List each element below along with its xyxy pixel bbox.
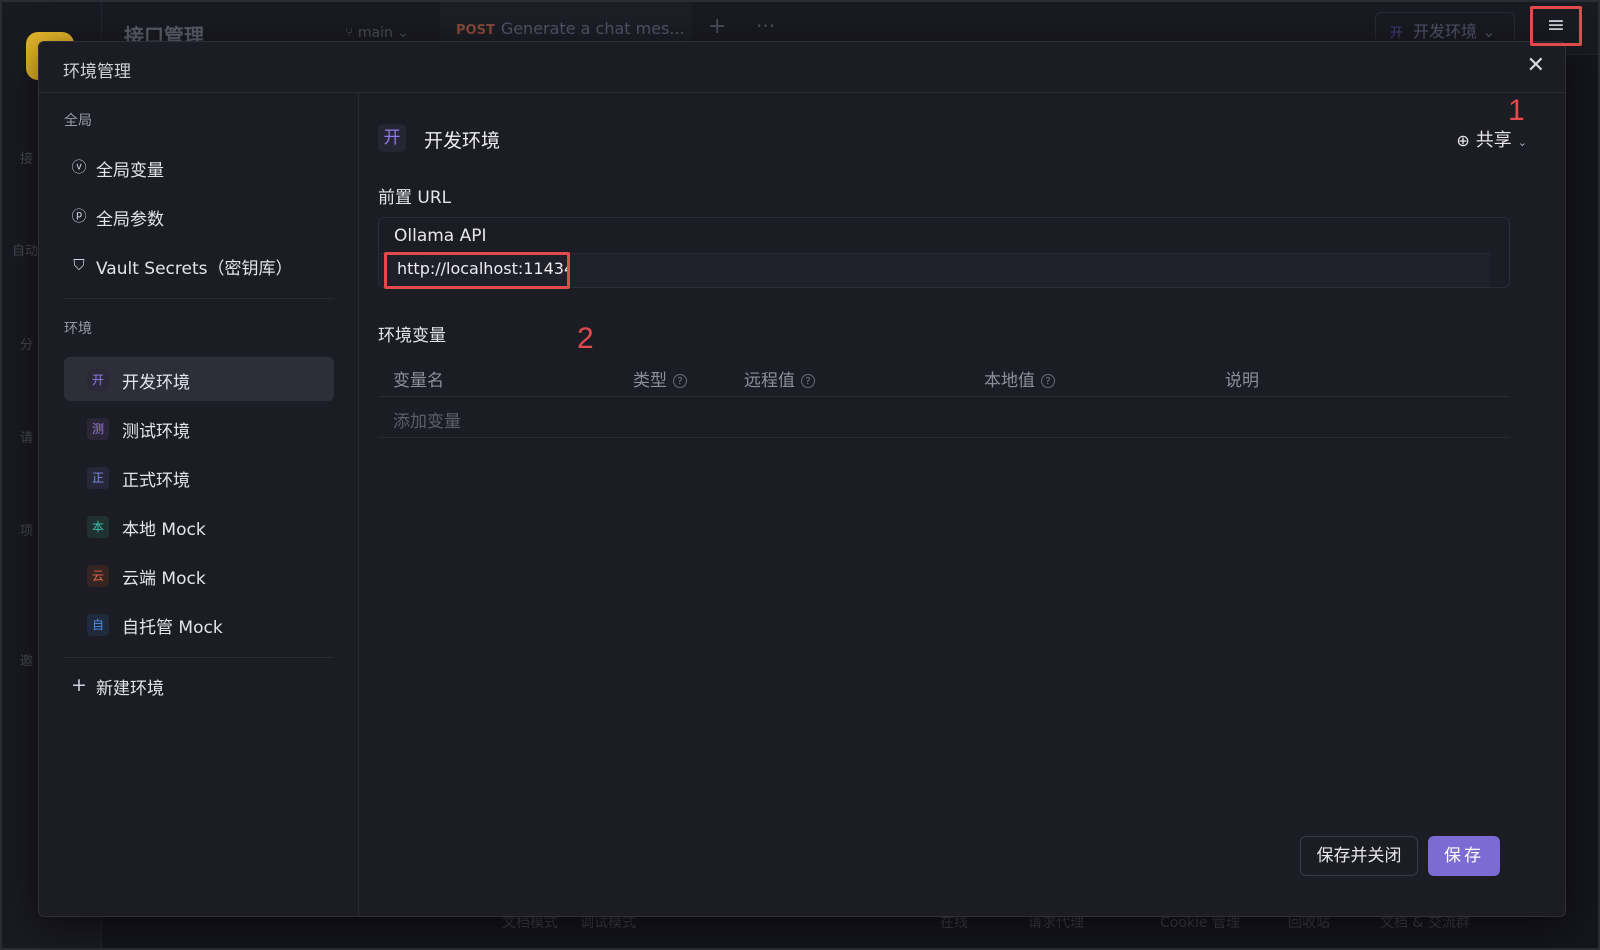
app-sidebar-item[interactable]: 请	[20, 427, 33, 446]
env-badge: 开	[1390, 26, 1404, 41]
help-icon[interactable]: ?	[801, 374, 815, 388]
dialog-title: 环境管理	[63, 62, 131, 82]
tab-label: Generate a chat mes...	[500, 19, 685, 38]
env-badge: 测	[87, 418, 109, 440]
env-badge: 开	[87, 369, 109, 391]
url-row: http://localhost:11434	[380, 252, 1490, 289]
environment-manager-dialog: 环境管理 ✕ 全局 ⓥ 全局变量 ⓟ 全局参数 ⛉ Vault Secrets（…	[38, 41, 1566, 917]
global-section-label: 全局	[64, 113, 92, 129]
chevron-down-icon: ⌄	[392, 25, 410, 41]
chevron-down-icon: ⌄	[1517, 136, 1527, 149]
new-tab-button[interactable]: +	[708, 14, 726, 39]
env-item-label: 自托管 Mock	[122, 618, 223, 638]
env-item-label: 本地 Mock	[122, 520, 206, 540]
sidebar-item-global-variables[interactable]: ⓥ 全局变量	[64, 145, 334, 189]
shield-icon: ⛉	[73, 256, 85, 274]
add-variable-input[interactable]: 添加变量	[393, 407, 461, 432]
more-tabs-button[interactable]: ···	[756, 14, 775, 38]
environment-detail-panel: 开 开发环境 ⊕ 共享 ⌄ 前置 URL Ollama API http://loc…	[360, 93, 1565, 916]
new-environment-label: 新建环境	[96, 679, 164, 699]
env-item-label: 测试环境	[122, 422, 190, 442]
app-sidebar-item[interactable]: 项	[20, 520, 33, 539]
plus-icon: +	[71, 674, 87, 696]
env-item-label: 正式环境	[122, 471, 190, 491]
close-icon[interactable]: ✕	[1527, 53, 1545, 78]
sidebar-item-label: 全局变量	[96, 161, 164, 181]
app-sidebar-item[interactable]: 接	[20, 148, 33, 167]
sidebar-item-global-parameters[interactable]: ⓟ 全局参数	[64, 194, 334, 238]
help-icon[interactable]: ?	[1041, 374, 1055, 388]
save-button[interactable]: 保存	[1428, 836, 1500, 876]
branch-selector[interactable]: ⑂ main ⌄	[345, 25, 409, 41]
column-header-type: 类型?	[633, 366, 687, 391]
parameter-icon: ⓟ	[71, 207, 87, 225]
column-header-description: 说明	[1225, 371, 1259, 391]
chevron-down-icon: ⌄	[1477, 22, 1496, 41]
env-badge: 正	[87, 467, 109, 489]
app-sidebar-item[interactable]: 分	[20, 334, 33, 353]
variable-icon: ⓥ	[71, 158, 87, 176]
env-item-cloud-mock[interactable]: 云 云端 Mock	[64, 553, 334, 597]
column-header-remote-value: 远程值?	[744, 366, 815, 391]
divider	[64, 298, 334, 299]
branch-icon: ⑂	[345, 25, 358, 41]
env-item-local-mock[interactable]: 本 本地 Mock	[64, 504, 334, 548]
save-and-close-button[interactable]: 保存并关闭	[1300, 836, 1418, 876]
sidebar-item-vault-secrets[interactable]: ⛉ Vault Secrets（密钥库）	[64, 243, 334, 287]
column-header-local-value: 本地值?	[984, 366, 1055, 391]
globe-icon: ⊕	[1456, 131, 1470, 150]
env-badge: 云	[87, 565, 109, 587]
app-sidebar-item[interactable]: 自动	[12, 240, 38, 259]
env-badge: 自	[87, 614, 109, 636]
main-menu-button[interactable]: ≡	[1530, 6, 1582, 46]
env-badge: 本	[87, 516, 109, 538]
environment-selector[interactable]: 开开发环境 ⌄	[1375, 12, 1515, 44]
sidebar-item-label: Vault Secrets（密钥库）	[96, 259, 293, 279]
column-header-name: 变量名	[393, 371, 444, 391]
share-dropdown[interactable]: ⊕ 共享 ⌄	[1456, 126, 1527, 152]
http-method-label: POST	[456, 23, 495, 38]
dialog-header: 环境管理 ✕	[39, 42, 1565, 93]
env-item-testing[interactable]: 测 测试环境	[64, 406, 334, 450]
help-icon[interactable]: ?	[673, 374, 687, 388]
branch-name: main	[357, 25, 393, 41]
env-item-self-hosted-mock[interactable]: 自 自托管 Mock	[64, 602, 334, 646]
variables-table-header: 变量名 类型? 远程值? 本地值? 说明	[378, 357, 1510, 397]
divider	[64, 657, 334, 658]
prefix-url-label: 前置 URL	[378, 188, 452, 208]
annotation-label: 1	[1508, 94, 1525, 127]
env-item-label: 开发环境	[122, 373, 190, 393]
env-item-production[interactable]: 正 正式环境	[64, 455, 334, 499]
env-selector-label: 开发环境	[1413, 22, 1478, 41]
env-item-label: 云端 Mock	[122, 569, 206, 589]
env-badge: 开	[378, 124, 406, 152]
app-sidebar-item[interactable]: 邀	[20, 650, 33, 669]
hamburger-menu-icon: ≡	[1546, 13, 1566, 38]
environments-section-label: 环境	[64, 321, 92, 337]
annotation-label: 2	[577, 322, 594, 355]
service-name: Ollama API	[394, 226, 487, 246]
prefix-url-table: Ollama API http://localhost:11434	[378, 217, 1510, 289]
base-url-input[interactable]: http://localhost:11434	[384, 252, 570, 289]
env-variables-label: 环境变量	[378, 326, 446, 346]
env-item-development[interactable]: 开 开发环境	[64, 357, 334, 401]
new-environment-button[interactable]: + 新建环境	[64, 663, 334, 707]
environment-sidebar: 全局 ⓥ 全局变量 ⓟ 全局参数 ⛉ Vault Secrets（密钥库） 环境…	[39, 93, 359, 916]
environment-name: 开发环境	[424, 130, 501, 152]
share-label: 共享	[1475, 130, 1512, 151]
table-row: 添加变量	[378, 398, 1510, 438]
sidebar-item-label: 全局参数	[96, 210, 164, 230]
